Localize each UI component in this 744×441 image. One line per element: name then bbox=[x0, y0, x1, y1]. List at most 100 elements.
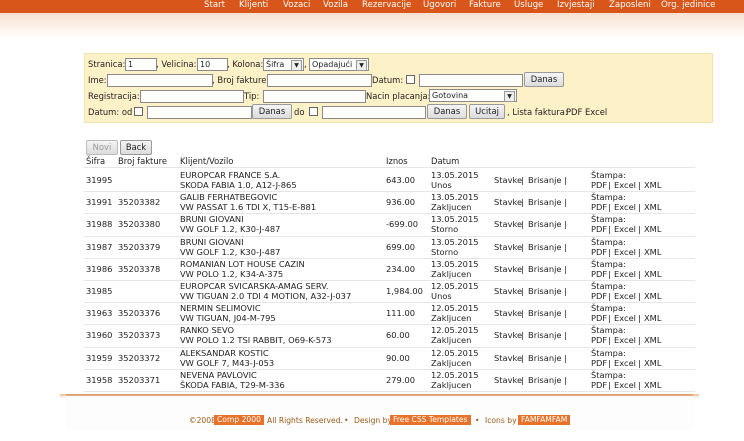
row-excel-link[interactable]: Excel bbox=[614, 380, 636, 390]
row-vozilo: VW POLO 1.2 TSI RABBIT, O69-K-573 bbox=[180, 335, 332, 346]
datum-od-checkbox[interactable] bbox=[134, 107, 143, 116]
lista-excel-link[interactable]: Excel bbox=[585, 107, 607, 118]
col-klijent-header: Klijent/Vozilo bbox=[180, 156, 234, 166]
row-excel-link[interactable]: Excel bbox=[614, 335, 636, 345]
row-stavke-link[interactable]: Stavke bbox=[494, 308, 522, 318]
nav-item-klijenti[interactable]: Klijenti bbox=[239, 0, 268, 12]
footer-icons-link[interactable]: FAMFAMFAM bbox=[518, 415, 571, 425]
row-stavke-link[interactable]: Stavke bbox=[494, 175, 522, 185]
row-stavke-link[interactable]: Stavke bbox=[494, 286, 522, 296]
row-klijent: NERMIN SELIMOVIC bbox=[180, 303, 261, 314]
row-stavke-link[interactable]: Stavke bbox=[494, 219, 522, 229]
row-brisanje-link[interactable]: Brisanje bbox=[528, 197, 561, 207]
row-xml-link[interactable]: XML bbox=[644, 313, 661, 323]
row-pdf-link[interactable]: PDF bbox=[591, 313, 607, 323]
row-brisanje-link[interactable]: Brisanje bbox=[528, 375, 561, 385]
ime-input[interactable] bbox=[107, 74, 213, 87]
row-broj-fakture: 35203382 bbox=[118, 197, 161, 208]
danas-button[interactable]: Danas bbox=[524, 72, 564, 87]
row-pdf-link[interactable]: PDF bbox=[591, 358, 607, 368]
row-stavke-link[interactable]: Stavke bbox=[494, 353, 522, 363]
row-pdf-link[interactable]: PDF bbox=[591, 335, 607, 345]
row-xml-link[interactable]: XML bbox=[644, 247, 661, 257]
chevron-down-icon: ▼ bbox=[504, 91, 515, 102]
row-stavke-link[interactable]: Stavke bbox=[494, 264, 522, 274]
row-pdf-link[interactable]: PDF bbox=[591, 180, 607, 190]
row-xml-link[interactable]: XML bbox=[644, 358, 661, 368]
row-pdf-link[interactable]: PDF bbox=[591, 380, 607, 390]
row-separator: | bbox=[564, 219, 567, 230]
row-brisanje-link[interactable]: Brisanje bbox=[528, 219, 561, 229]
row-xml-link[interactable]: XML bbox=[644, 291, 661, 301]
row-xml-link[interactable]: XML bbox=[644, 202, 661, 212]
datum-od-input[interactable] bbox=[147, 106, 252, 119]
back-button[interactable]: Back bbox=[120, 140, 152, 155]
chevron-down-icon: ▼ bbox=[356, 60, 367, 71]
row-vozilo: VW PASSAT 1.6 TDI X, T15-E-881 bbox=[180, 202, 317, 213]
nav-item-start[interactable]: Start bbox=[204, 0, 225, 12]
row-brisanje-link[interactable]: Brisanje bbox=[528, 242, 561, 252]
row-stavke-link[interactable]: Stavke bbox=[494, 197, 522, 207]
row-datum: 13.05.2015 bbox=[431, 236, 479, 247]
row-xml-link[interactable]: XML bbox=[644, 224, 661, 234]
row-klijent: ROMANIAN LOT HOUSE CAZIN bbox=[180, 258, 305, 269]
stranica-input[interactable]: 1 bbox=[125, 58, 157, 71]
lista-pdf-link[interactable]: PDF bbox=[566, 107, 582, 118]
row-separator: | bbox=[521, 197, 524, 208]
row-status: Zakljucen bbox=[431, 335, 472, 346]
row-xml-link[interactable]: XML bbox=[644, 269, 661, 279]
tip-input[interactable] bbox=[263, 90, 366, 103]
danas-od-button[interactable]: Danas bbox=[252, 104, 292, 119]
datum-input[interactable] bbox=[419, 74, 523, 87]
danas-do-button[interactable]: Danas bbox=[427, 104, 467, 119]
velicina-input[interactable]: 10 bbox=[197, 58, 228, 71]
nav-item-usluge[interactable]: Usluge bbox=[514, 0, 543, 12]
nav-item-izvjestaji[interactable]: Izvjestaji bbox=[557, 0, 595, 12]
row-brisanje-link[interactable]: Brisanje bbox=[528, 308, 561, 318]
row-pdf-link[interactable]: PDF bbox=[591, 247, 607, 257]
nav-item-fakture[interactable]: Fakture bbox=[469, 0, 501, 12]
kolona-select[interactable]: Šifra ▼ bbox=[263, 58, 304, 71]
sort-select[interactable]: Opadajući ▼ bbox=[309, 58, 369, 71]
row-excel-link[interactable]: Excel bbox=[614, 180, 636, 190]
nav-item-vozaci[interactable]: Vozaci bbox=[283, 0, 310, 12]
datum-do-input[interactable] bbox=[322, 106, 426, 119]
row-brisanje-link[interactable]: Brisanje bbox=[528, 175, 561, 185]
datum-do-checkbox[interactable] bbox=[309, 107, 318, 116]
ucitaj-button[interactable]: Ucitaj bbox=[469, 104, 505, 119]
row-pdf-link[interactable]: PDF bbox=[591, 224, 607, 234]
row-brisanje-link[interactable]: Brisanje bbox=[528, 286, 561, 296]
footer-design-link[interactable]: Free CSS Templates bbox=[390, 415, 471, 425]
row-excel-link[interactable]: Excel bbox=[614, 202, 636, 212]
row-broj-fakture: 35203380 bbox=[118, 219, 161, 230]
novi-button[interactable]: Novi bbox=[86, 140, 118, 155]
nav-item-ugovori[interactable]: Ugovori bbox=[423, 0, 456, 12]
row-xml-link[interactable]: XML bbox=[644, 380, 661, 390]
datum-checkbox[interactable] bbox=[406, 75, 415, 84]
row-brisanje-link[interactable]: Brisanje bbox=[528, 353, 561, 363]
row-pdf-link[interactable]: PDF bbox=[591, 269, 607, 279]
row-excel-link[interactable]: Excel bbox=[614, 269, 636, 279]
row-brisanje-link[interactable]: Brisanje bbox=[528, 330, 561, 340]
row-xml-link[interactable]: XML bbox=[644, 180, 661, 190]
row-excel-link[interactable]: Excel bbox=[614, 224, 636, 234]
row-stavke-link[interactable]: Stavke bbox=[494, 375, 522, 385]
row-pdf-link[interactable]: PDF bbox=[591, 291, 607, 301]
nav-item-org-jedinice[interactable]: Org. jedinice bbox=[661, 0, 715, 12]
broj-fakture-input[interactable] bbox=[267, 74, 372, 87]
row-xml-link[interactable]: XML bbox=[644, 335, 661, 345]
row-excel-link[interactable]: Excel bbox=[614, 291, 636, 301]
row-excel-link[interactable]: Excel bbox=[614, 247, 636, 257]
row-pdf-link[interactable]: PDF bbox=[591, 202, 607, 212]
row-excel-link[interactable]: Excel bbox=[614, 358, 636, 368]
row-brisanje-link[interactable]: Brisanje bbox=[528, 264, 561, 274]
row-stavke-link[interactable]: Stavke bbox=[494, 242, 522, 252]
nav-item-rezervacije[interactable]: Rezervacije bbox=[362, 0, 411, 12]
nav-item-vozila[interactable]: Vozila bbox=[323, 0, 348, 12]
row-stavke-link[interactable]: Stavke bbox=[494, 330, 522, 340]
nacin-placanja-select[interactable]: Gotovina ▼ bbox=[429, 89, 517, 102]
header-divider bbox=[84, 167, 695, 168]
row-excel-link[interactable]: Excel bbox=[614, 313, 636, 323]
nav-item-zaposleni[interactable]: Zaposleni bbox=[609, 0, 651, 12]
registracija-input[interactable] bbox=[140, 90, 244, 103]
